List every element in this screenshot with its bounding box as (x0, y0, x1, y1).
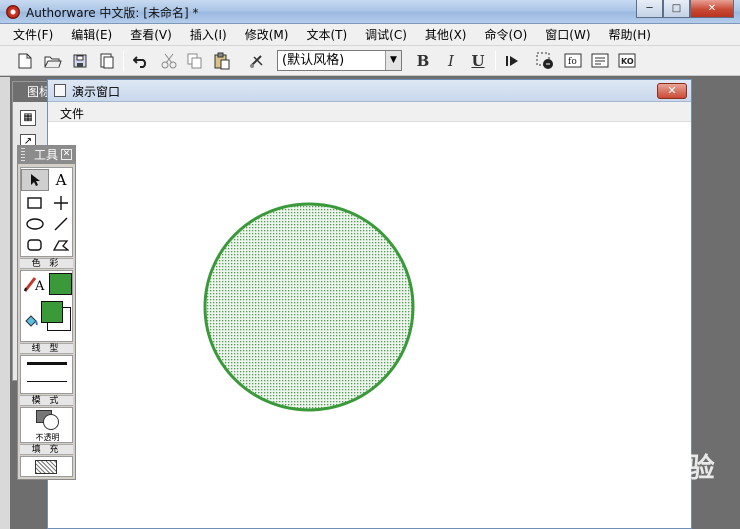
app-titlebar: Authorware 中文版: [未命名] * ─ □ ✕ (0, 0, 740, 24)
cut-icon[interactable] (158, 50, 180, 72)
import-icon[interactable] (96, 50, 118, 72)
fill-section (20, 456, 73, 477)
text-tool[interactable]: A (48, 170, 74, 190)
diagonal-line-tool[interactable] (48, 214, 74, 234)
text-color-letter: A (35, 279, 45, 294)
arrow-pointer-icon (31, 174, 40, 186)
tools-palette: 工具 ✕ A 色 彩 A 线 型 模 式 不透明 填 充 (17, 145, 76, 480)
icon-palette-title: 图标 (13, 82, 51, 102)
functions-icon[interactable]: fo (562, 50, 584, 72)
close-icon[interactable]: ✕ (61, 149, 72, 160)
rectangle-tool[interactable] (22, 193, 48, 213)
menu-file[interactable]: 文件(F) (4, 25, 62, 45)
watermark-url: jingyan.baidu.com (570, 485, 672, 498)
polygon-tool[interactable] (48, 235, 74, 255)
variables-icon[interactable] (589, 50, 611, 72)
bold-button[interactable]: B (412, 50, 434, 72)
line-section (20, 355, 73, 394)
fill-color-swatch[interactable] (41, 301, 63, 323)
restart-icon[interactable] (502, 50, 524, 72)
undo-icon[interactable] (130, 50, 152, 72)
baidu-watermark: Baidu经验 jingyan.baidu.com (568, 446, 716, 498)
mode-section-label: 模 式 (20, 395, 73, 406)
display-icon[interactable]: ▦ (20, 110, 36, 126)
control-panel-icon[interactable] (534, 50, 556, 72)
menu-insert[interactable]: 插入(I) (181, 25, 236, 45)
paint-bucket-icon[interactable] (23, 313, 39, 332)
menu-text[interactable]: 文本(T) (297, 25, 356, 45)
ellipse-icon (26, 218, 44, 230)
presentation-window-titlebar: 演示窗口 ✕ (48, 80, 691, 102)
menubar: 文件(F) 编辑(E) 查看(V) 插入(I) 修改(M) 文本(T) 调试(C… (0, 24, 740, 46)
mode-section: 不透明 (20, 407, 73, 443)
mode-value: 不透明 (35, 433, 60, 442)
left-frame-strip (0, 77, 10, 529)
menu-other[interactable]: 其他(X) (416, 25, 476, 45)
italic-button[interactable]: I (440, 50, 462, 72)
toolbar: (默认风格) ▼ B I U fo KO (0, 46, 740, 76)
mode-swatch-front[interactable] (43, 414, 59, 430)
fill-pattern-swatch[interactable] (35, 460, 57, 474)
stroke-color-swatch[interactable] (49, 273, 72, 295)
tools-palette-titlebar[interactable]: 工具 ✕ (18, 146, 75, 164)
find-replace-icon[interactable] (246, 50, 268, 72)
save-all-icon[interactable] (70, 50, 92, 72)
open-folder-icon[interactable] (42, 50, 64, 72)
thin-line-option[interactable] (27, 381, 67, 382)
drawn-circle-shape[interactable] (203, 202, 415, 412)
minimize-button[interactable]: ─ (636, 0, 663, 18)
fill-section-label: 填 充 (20, 444, 73, 455)
presentation-menubar: 文件 (48, 102, 691, 122)
presentation-window-title: 演示窗口 (72, 85, 121, 99)
menu-window[interactable]: 窗口(W) (536, 25, 599, 45)
rectangle-icon (27, 197, 42, 209)
color-section: A (20, 270, 73, 342)
underline-button[interactable]: U (467, 50, 489, 72)
maximize-button[interactable]: □ (663, 0, 690, 18)
diagonal-line-icon (54, 217, 68, 231)
watermark-brand: Baidu经验 (568, 453, 716, 484)
paste-icon[interactable] (211, 50, 233, 72)
app-title: Authorware 中文版: [未命名] * (26, 6, 199, 20)
drag-grip-icon[interactable] (21, 148, 25, 162)
ko-label: KO (621, 57, 634, 66)
tool-grid: A (20, 167, 73, 257)
menu-view[interactable]: 查看(V) (121, 25, 181, 45)
new-file-icon[interactable] (14, 50, 36, 72)
thick-line-option[interactable] (27, 362, 67, 365)
pointer-tool[interactable] (21, 169, 49, 191)
rounded-rectangle-tool[interactable] (22, 235, 48, 255)
menu-command[interactable]: 命令(O) (475, 25, 536, 45)
presentation-window-icon (54, 84, 66, 97)
authorware-app-icon (6, 5, 20, 19)
menu-edit[interactable]: 编辑(E) (62, 25, 121, 45)
close-button[interactable]: ✕ (690, 0, 734, 18)
chevron-down-icon[interactable]: ▼ (385, 51, 401, 70)
polygon-icon (53, 240, 69, 251)
rounded-rectangle-icon (27, 239, 42, 251)
text-style-select[interactable]: (默认风格) ▼ (277, 50, 402, 71)
knowledge-objects-icon[interactable]: KO (616, 50, 638, 72)
menu-modify[interactable]: 修改(M) (236, 25, 298, 45)
menu-debug[interactable]: 调试(C) (356, 25, 416, 45)
menu-help[interactable]: 帮助(H) (600, 25, 660, 45)
line-section-label: 线 型 (20, 343, 73, 354)
ellipse-tool[interactable] (22, 214, 48, 234)
presentation-menu-file[interactable]: 文件 (60, 105, 84, 122)
functions-label: fo (568, 57, 577, 67)
copy-icon[interactable] (184, 50, 206, 72)
text-style-value: (默认风格) (282, 53, 345, 68)
color-section-label: 色 彩 (20, 258, 73, 269)
tools-palette-title: 工具 (34, 148, 59, 162)
crosshair-icon (54, 196, 68, 210)
presentation-close-button[interactable]: ✕ (657, 83, 687, 99)
straight-line-tool[interactable] (48, 193, 74, 213)
caption-buttons: ─ □ ✕ (636, 0, 734, 18)
